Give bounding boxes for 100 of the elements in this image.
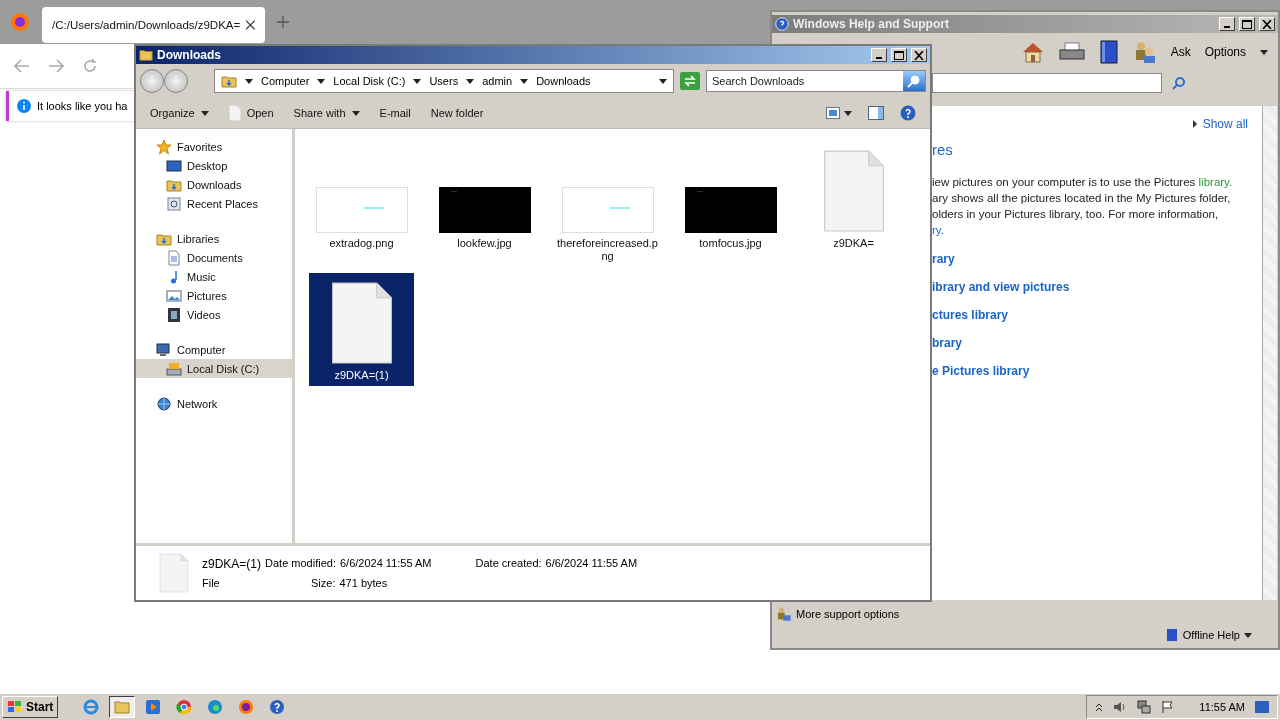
view-icon[interactable] <box>826 107 840 119</box>
address-bar[interactable]: Computer Local Disk (C:) Users admin Downloads <box>214 69 674 93</box>
maximize-button[interactable] <box>891 48 907 62</box>
nav-item[interactable]: Computer <box>136 340 292 359</box>
nav-item[interactable]: Libraries <box>136 229 292 248</box>
back-icon[interactable] <box>14 59 30 73</box>
maximize-icon <box>894 50 904 60</box>
drive-icon <box>166 360 182 377</box>
nav-item[interactable]: Favorites <box>136 137 292 156</box>
ask-button[interactable]: Ask <box>1170 45 1191 59</box>
minimize-button[interactable] <box>871 48 887 62</box>
minimize-icon <box>876 57 882 59</box>
network-icon[interactable] <box>1137 700 1152 714</box>
reload-icon[interactable] <box>82 58 98 74</box>
breadcrumb-item[interactable]: admin <box>482 75 513 87</box>
speaker-icon[interactable] <box>1113 700 1128 714</box>
caret-icon <box>351 110 360 116</box>
nav-item[interactable]: Recent Places <box>136 194 292 213</box>
breadcrumb-item[interactable]: Computer <box>261 75 310 87</box>
file-item[interactable]: lookfew.jpg <box>432 141 537 267</box>
close-icon[interactable] <box>246 20 255 30</box>
search-field[interactable]: Search Downloads <box>706 70 926 92</box>
nav-item[interactable]: Documents <box>136 248 292 267</box>
field-label: Date modified: <box>265 557 336 571</box>
nav-item[interactable]: Downloads <box>136 175 292 194</box>
windows-logo-icon <box>7 700 23 714</box>
toolbar-button[interactable]: Organize <box>142 104 217 122</box>
help-icon[interactable] <box>900 105 916 121</box>
folder-icon <box>221 73 237 89</box>
search-icon[interactable] <box>1172 76 1186 90</box>
preview-pane-icon[interactable] <box>868 106 884 120</box>
section-heading: res <box>932 142 953 159</box>
field-value: 6/6/2024 11:55 AM <box>339 557 432 571</box>
nav-item[interactable]: Pictures <box>136 286 292 305</box>
library-link[interactable]: library. <box>1198 176 1233 188</box>
scrollbar[interactable] <box>1262 106 1277 600</box>
help-link[interactable]: brary <box>932 335 1070 351</box>
help-link[interactable]: rary <box>932 251 1070 267</box>
minimize-button[interactable] <box>1219 17 1235 31</box>
forward-button[interactable] <box>164 69 188 93</box>
file-item[interactable]: tomfocus.jpg <box>678 141 783 267</box>
maximize-button[interactable] <box>1239 17 1255 31</box>
paragraph-line: iew pictures on your computer is to use the Pictures <box>932 176 1197 188</box>
computer-icon <box>156 341 172 358</box>
paragraph-line: ary shows all the pictures located in the My Pictures folder, <box>932 192 1231 204</box>
book-icon[interactable] <box>1098 40 1119 64</box>
flag-icon[interactable] <box>1161 700 1176 714</box>
file-item[interactable]: z9DKA= <box>801 141 906 267</box>
toolbar-button[interactable]: E-mail <box>371 104 419 122</box>
search-field[interactable] <box>932 73 1162 93</box>
search-icon[interactable] <box>907 74 921 88</box>
places-icon <box>166 195 182 212</box>
field-label: Size: <box>311 577 336 589</box>
chevron-icon <box>317 78 326 84</box>
nav-item[interactable]: Desktop <box>136 156 292 175</box>
show-all-link[interactable]: Show all <box>1192 116 1248 133</box>
browser-tab[interactable]: /C:/Users/admin/Downloads/z9DKA= <box>42 7 265 43</box>
field-value: 6/6/2024 11:55 AM <box>545 557 638 569</box>
printer-icon[interactable] <box>1058 42 1085 62</box>
nav-item[interactable]: Local Disk (C:) <box>136 359 292 378</box>
file-item[interactable]: extradog.png <box>309 141 414 267</box>
close-button[interactable] <box>911 48 927 62</box>
options-button[interactable]: Options <box>1204 45 1246 59</box>
help-link[interactable]: e Pictures library <box>932 363 1070 379</box>
offline-help-button[interactable]: Offline Help <box>1182 629 1240 641</box>
file-item[interactable]: z9DKA=(1) <box>309 273 414 386</box>
people-icon <box>776 606 792 622</box>
start-button[interactable]: Start <box>2 696 59 718</box>
picture-icon <box>166 287 182 304</box>
new-tab-icon[interactable] <box>277 16 289 28</box>
file-item[interactable]: thereforeincreased.png <box>555 141 660 267</box>
help-link[interactable]: ibrary and view pictures <box>932 279 1070 295</box>
close-button[interactable] <box>1259 17 1275 31</box>
globe-icon <box>156 395 172 412</box>
breadcrumb-item[interactable]: Users <box>429 75 459 87</box>
book-icon <box>1164 628 1179 642</box>
forward-icon[interactable] <box>48 59 64 73</box>
breadcrumb-item[interactable]: Downloads <box>536 75 591 87</box>
window-title: Windows Help and Support <box>793 17 949 31</box>
file-icon <box>228 105 241 121</box>
file-icon <box>158 553 190 593</box>
refresh-icon[interactable] <box>680 72 700 90</box>
toolbar-button[interactable]: Share with <box>285 104 368 122</box>
library-link[interactable]: ry. <box>932 224 944 236</box>
folder-icon <box>139 48 153 62</box>
clock[interactable]: 11:55 AM <box>1199 701 1245 713</box>
chevron-icon <box>245 78 253 84</box>
toolbar-button[interactable]: New folder <box>422 104 492 122</box>
folder-icon[interactable] <box>109 696 136 718</box>
document-icon <box>166 249 182 266</box>
help-link[interactable]: ctures library <box>932 307 1070 323</box>
nav-item[interactable]: Network <box>136 394 292 413</box>
toolbar-button[interactable]: Open <box>220 102 282 124</box>
breadcrumb-item[interactable]: Local Disk (C:) <box>333 75 406 87</box>
nav-item[interactable]: Videos <box>136 305 292 324</box>
back-button[interactable] <box>140 69 164 93</box>
chevron-icon[interactable] <box>1095 702 1104 712</box>
more-support-link[interactable]: More support options <box>796 608 900 620</box>
nav-item[interactable]: Music <box>136 267 292 286</box>
file-name: z9DKA=(1) <box>202 557 262 571</box>
